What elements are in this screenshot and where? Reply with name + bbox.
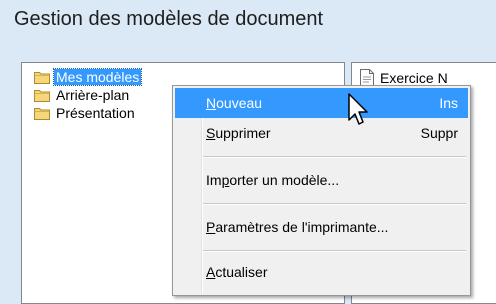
menu-item-text: ouveau — [216, 95, 263, 111]
menu-item-nouveau[interactable]: Nouveau Ins — [175, 88, 468, 118]
menu-item-label: Actualiser — [206, 264, 267, 280]
menu-item-text: ctualiser — [215, 264, 268, 280]
menu-item-label: Paramètres de l'imprimante... — [206, 219, 388, 235]
mouse-cursor-icon — [348, 93, 368, 125]
menu-item-text: Im — [206, 172, 222, 188]
menu-item-mnemonic: N — [206, 95, 217, 111]
menu-item-supprimer[interactable]: Supprimer Suppr — [175, 118, 468, 148]
tree-item-mes-modeles[interactable]: Mes modèles — [34, 67, 143, 86]
folder-icon — [34, 71, 50, 84]
menu-item-text: aramètres de l'imprimante... — [215, 219, 389, 235]
menu-item-importer-modele[interactable]: Importer un modèle... — [175, 165, 468, 195]
menu-separator — [203, 250, 466, 252]
menu-item-text: orter un modèle... — [229, 172, 340, 188]
context-menu: Nouveau Ins Supprimer Suppr Importer un … — [172, 85, 471, 296]
menu-item-text: upprimer — [215, 125, 271, 141]
menu-item-shortcut: Ins — [439, 95, 458, 111]
tree-item-label: Mes modèles — [52, 67, 143, 86]
folder-icon — [34, 89, 50, 102]
menu-item-mnemonic: A — [206, 264, 216, 280]
tree-item-label: Présentation — [56, 104, 135, 121]
menu-item-shortcut: Suppr — [420, 125, 458, 141]
dialog-title: Gestion des modèles de document — [14, 8, 324, 30]
menu-item-actualiser[interactable]: Actualiser — [175, 257, 468, 287]
dialog-title-bar: Gestion des modèles de document — [0, 0, 496, 42]
menu-item-label: Importer un modèle... — [206, 172, 339, 188]
menu-item-mnemonic: S — [206, 125, 216, 141]
menu-item-parametres-imprimante[interactable]: Paramètres de l'imprimante... — [175, 212, 468, 242]
menu-item-label: Supprimer — [206, 125, 271, 141]
menu-item-label: Nouveau — [206, 95, 262, 111]
tree-item-presentation[interactable]: Présentation — [34, 104, 137, 121]
menu-separator — [203, 156, 466, 158]
menu-item-mnemonic: P — [206, 219, 216, 235]
document-item-label: Exercice N — [380, 70, 448, 86]
tree-item-arriere-plan[interactable]: Arrière-plan — [34, 86, 131, 103]
folder-icon — [34, 107, 50, 120]
menu-separator — [203, 203, 466, 205]
tree-item-label: Arrière-plan — [56, 86, 130, 103]
